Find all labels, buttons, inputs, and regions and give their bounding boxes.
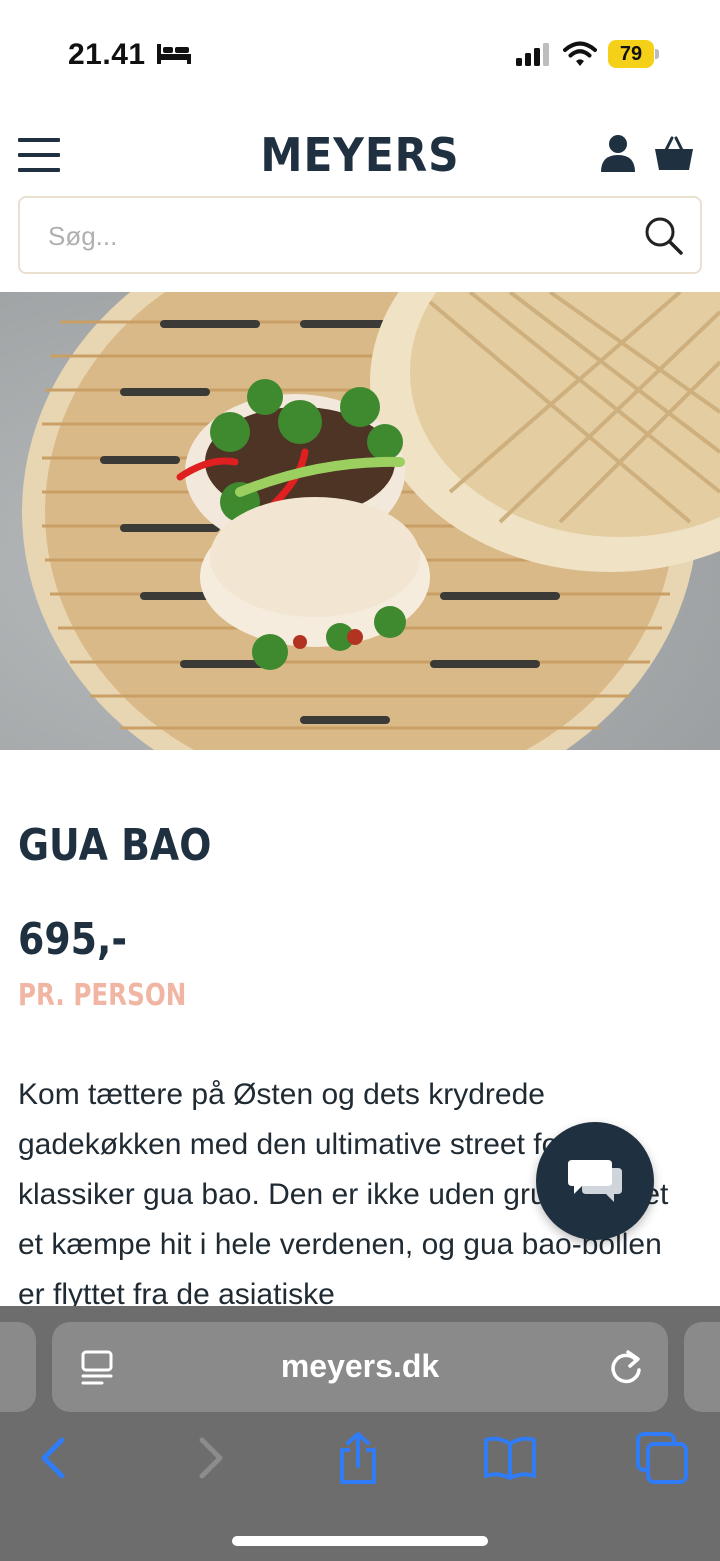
next-tab-preview[interactable] [684, 1322, 720, 1412]
basket-icon[interactable] [654, 136, 694, 172]
site-logo[interactable]: MEYERS [29, 128, 691, 182]
reload-icon[interactable] [608, 1348, 644, 1386]
status-bar: 21.41 79 [0, 0, 720, 100]
user-icon[interactable] [600, 134, 636, 172]
product-price: 695,- [18, 914, 128, 965]
back-icon[interactable] [30, 1432, 82, 1484]
status-time: 21.41 [68, 38, 146, 71]
forward-icon[interactable] [182, 1432, 234, 1484]
bed-icon [157, 44, 191, 64]
site-header: MEYERS [0, 100, 720, 290]
home-indicator [232, 1536, 488, 1546]
address-bar[interactable]: meyers.dk [52, 1322, 668, 1412]
url-text[interactable]: meyers.dk [52, 1348, 668, 1385]
product-title: GUA BAO [18, 820, 212, 871]
previous-tab-preview[interactable] [0, 1322, 36, 1412]
chat-bubbles-icon [568, 1160, 622, 1202]
tabs-icon[interactable] [636, 1432, 688, 1484]
search-input[interactable] [48, 218, 608, 254]
share-icon[interactable] [332, 1432, 384, 1484]
search-box[interactable] [18, 196, 702, 274]
product-image [0, 292, 720, 750]
browser-nav-toolbar [0, 1422, 720, 1512]
battery-icon: 79 [608, 40, 659, 68]
wifi-icon [563, 41, 597, 66]
chat-button[interactable] [536, 1122, 654, 1240]
bookmarks-icon[interactable] [484, 1432, 536, 1484]
search-icon[interactable] [644, 216, 684, 256]
price-unit: PR. PERSON [18, 978, 187, 1013]
battery-level: 79 [608, 40, 654, 68]
bao-buns-in-bamboo-steamer-image [0, 292, 720, 750]
signal-icon [516, 43, 549, 66]
browser-toolbar: meyers.dk [0, 1306, 720, 1561]
